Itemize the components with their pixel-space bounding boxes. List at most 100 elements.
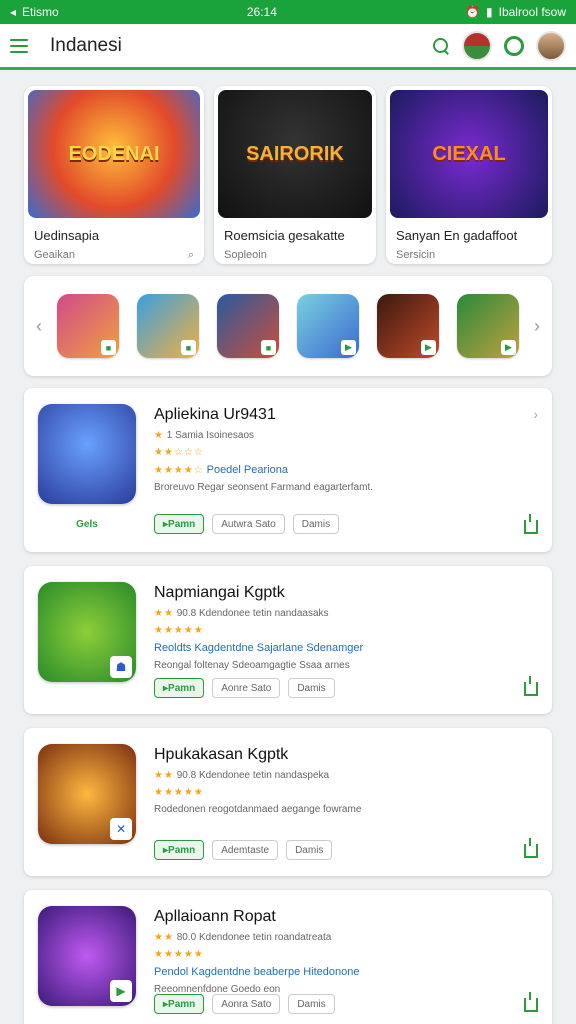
app-description: Rodedonen reogotdanmaed aegange fowrame — [154, 804, 362, 815]
chevron-right-icon[interactable]: › — [533, 406, 538, 422]
page-title: Indanesi — [50, 34, 122, 56]
badge-icon: ■ — [101, 340, 116, 355]
app-rating-text: Reoldts Kagdentdne Sajarlane Sdenamger — [154, 642, 364, 654]
star-icon: ★★ — [154, 932, 174, 943]
game-tile[interactable]: ■ — [57, 294, 119, 358]
badge-icon: ■ — [261, 340, 276, 355]
overlay-icon: ✕ — [110, 818, 132, 840]
app-name: Napmiangai Kgptk — [154, 584, 285, 601]
app-description: Reongal foltenay Sdeoamgagtie Ssaa arnes — [154, 660, 350, 671]
rating-stars: ★★☆☆☆ — [154, 447, 204, 458]
star-icon: ★ — [154, 430, 164, 441]
badge-icon: ▶ — [341, 340, 356, 355]
app-name: Apllaioann Ropat — [154, 908, 276, 925]
play-icon: ▶ — [110, 980, 132, 1002]
app-meta: 90.8 Kdendonee tetin nandaasaks — [176, 608, 329, 619]
play-button[interactable]: ▸ Pamn — [154, 840, 205, 860]
star-icon: ★★ — [154, 608, 174, 619]
play-label: Pamn — [168, 998, 196, 1010]
app-name: Apliekina Ur9431 — [154, 406, 276, 423]
badge-icon: ■ — [181, 340, 196, 355]
play-label: Pamn — [168, 518, 196, 530]
featured-subtitle: Geaikan — [34, 249, 75, 261]
featured-card[interactable]: EODENAI Uedinsapia Geaikan ⌕ — [24, 86, 204, 264]
featured-card[interactable]: CIEXAL Sanyan En gadaffoot Sersicin — [386, 86, 552, 264]
badge-icon: ▶ — [421, 340, 436, 355]
secondary-button[interactable]: Aonre Sato — [212, 678, 281, 698]
loading-ring-icon[interactable] — [504, 35, 524, 56]
list-item[interactable]: Gels Apliekina Ur9431 ★ 1 Samia Isoinesa… — [24, 388, 552, 552]
status-right-label: Ibalrool fsow — [498, 5, 566, 19]
menu-icon[interactable] — [10, 38, 28, 53]
star-icon: ★★ — [154, 770, 174, 781]
share-icon[interactable] — [524, 676, 538, 696]
featured-title: Roemsicia gesakatte — [224, 228, 345, 243]
app-description: Broreuvo Regar seonsent Farmand eagarter… — [154, 482, 373, 493]
details-button[interactable]: Damis — [288, 678, 335, 698]
play-label: Pamn — [168, 844, 196, 856]
app-icon: ☗ — [38, 582, 136, 682]
avatar[interactable] — [462, 30, 492, 61]
rating-stars: ★★★★★ — [154, 787, 204, 798]
app-rating-text: Pendol Kagdentdne beaberpe Hitedonone — [154, 966, 360, 978]
details-button[interactable]: Damis — [288, 994, 335, 1014]
search-icon[interactable] — [432, 37, 450, 55]
details-button[interactable]: Damis — [292, 514, 340, 534]
game-tile[interactable]: ▶ — [297, 294, 359, 358]
app-icon: Gels — [38, 404, 136, 530]
featured-banner: EODENAI — [28, 90, 200, 218]
game-tile[interactable]: ▶ — [457, 294, 519, 358]
play-button[interactable]: ▸ Pamn — [154, 994, 205, 1014]
rating-stars: ★★★★★ — [154, 625, 204, 636]
app-rating-text: Poedel Peariona — [206, 464, 288, 476]
app-meta: 80.0 Kdendonee tetin roandatreata — [176, 932, 332, 943]
featured-card[interactable]: SAIRORIK Roemsicia gesakatte Sopleoin — [214, 86, 376, 264]
rating-stars: ★★★★★ — [154, 949, 204, 960]
app-icon: ▶ — [38, 906, 136, 1006]
featured-subtitle: Sopleoin — [224, 249, 267, 261]
chevron-right-icon[interactable]: › — [530, 316, 544, 337]
list-item[interactable]: ☗ Napmiangai Kgptk ★★ 90.8 Kdendonee tet… — [24, 566, 552, 714]
secondary-button[interactable]: Aonra Sato — [212, 994, 281, 1014]
search-icon[interactable]: ⌕ — [188, 249, 194, 262]
top-app-bar: Indanesi — [0, 24, 576, 70]
featured-banner: SAIRORIK — [218, 90, 372, 218]
wifi-icon: ◂ — [10, 5, 17, 19]
battery-icon: ▮ — [486, 5, 493, 19]
featured-banner: CIEXAL — [390, 90, 548, 218]
secondary-button[interactable]: Autwra Sato — [212, 514, 285, 534]
share-icon[interactable] — [524, 838, 538, 858]
list-item[interactable]: ▶ Apllaioann Ropat ★★ 80.0 Kdendonee tet… — [24, 890, 552, 1024]
rating-stars: ★★★★☆ — [154, 465, 204, 476]
overlay-icon: ☗ — [110, 656, 132, 678]
featured-carousel: EODENAI Uedinsapia Geaikan ⌕ SAIRORIK Roe… — [0, 70, 576, 264]
status-bar: ◂ Etismo 26:14 ⏰ ▮ Ibalrool fsow — [0, 0, 576, 24]
app-list: Gels Apliekina Ur9431 ★ 1 Samia Isoinesa… — [0, 376, 576, 1024]
play-label: Pamn — [168, 682, 196, 694]
alarm-icon: ⏰ — [465, 5, 481, 19]
clock: 26:14 — [246, 5, 277, 19]
app-name: Hpukakasan Kgptk — [154, 746, 289, 763]
chevron-left-icon[interactable]: ‹ — [32, 316, 46, 337]
share-icon[interactable] — [524, 514, 538, 534]
play-button[interactable]: ▸ Pamn — [154, 514, 205, 534]
game-tile[interactable]: ■ — [137, 294, 199, 358]
user-avatar[interactable] — [536, 30, 566, 61]
game-tile[interactable]: ▶ — [377, 294, 439, 358]
featured-title: Sanyan En gadaffoot — [396, 228, 518, 243]
share-icon[interactable] — [524, 992, 538, 1012]
app-caption: Gels — [76, 519, 98, 530]
badge-icon: ▶ — [501, 340, 516, 355]
game-tile[interactable]: ■ — [217, 294, 279, 358]
details-button[interactable]: Damis — [286, 840, 333, 860]
carrier-label: Etismo — [22, 5, 59, 19]
app-meta: 90.8 Kdendonee tetin nandaspeka — [176, 770, 330, 781]
list-item[interactable]: ✕ Hpukakasan Kgptk ★★ 90.8 Kdendonee tet… — [24, 728, 552, 876]
play-button[interactable]: ▸ Pamn — [154, 678, 205, 698]
app-meta: 1 Samia Isoinesaos — [166, 430, 255, 441]
featured-subtitle: Sersicin — [396, 249, 436, 261]
featured-title: Uedinsapia — [34, 228, 100, 243]
app-icon: ✕ — [38, 744, 136, 844]
game-icon-strip: ‹ ■ ■ ■ ▶ ▶ ▶ › — [24, 276, 552, 376]
secondary-button[interactable]: Ademtaste — [212, 840, 279, 860]
